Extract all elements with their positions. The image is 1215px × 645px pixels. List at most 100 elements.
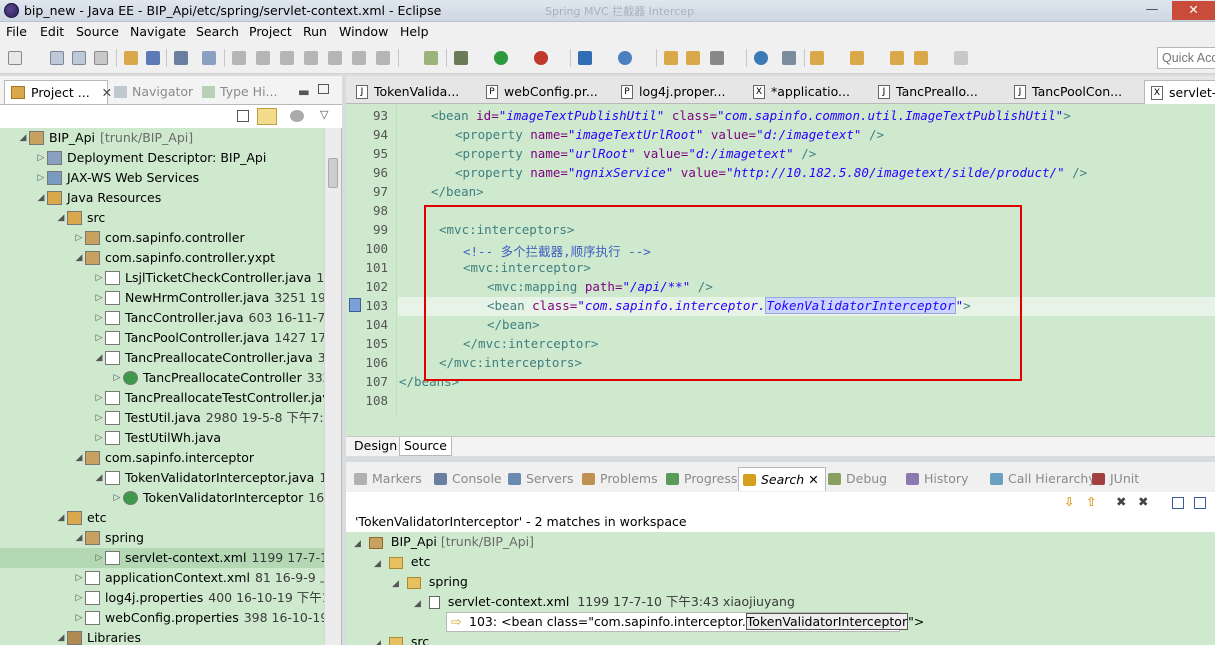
menu-help[interactable]: Help	[400, 24, 429, 39]
next-match-icon[interactable]: ⇩	[1064, 494, 1074, 509]
menu-run[interactable]: Run	[303, 24, 327, 39]
tree-item[interactable]: ▷ NewHrmController.java 3251 19-1	[0, 288, 324, 308]
search-icon[interactable]	[782, 51, 796, 65]
editor-tab[interactable]: X *applicatio...	[747, 80, 870, 104]
result-project[interactable]: ◢ BIP_Api [trunk/BIP_Api]	[354, 532, 534, 552]
tree-item[interactable]: ◢ TancPreallocateController.java332	[0, 348, 324, 368]
menu-source[interactable]: Source	[76, 24, 119, 39]
skip-breakpoints-icon[interactable]	[202, 51, 216, 65]
close-tab-icon[interactable]: ✕	[808, 472, 818, 487]
tree-item[interactable]: ▷ TancController.java 603 16-11-7	[0, 308, 324, 328]
bottom-tab[interactable]: Call Hierarchy	[986, 467, 1096, 491]
new-web-service-icon[interactable]	[618, 51, 632, 65]
collapsed-twisty-icon[interactable]: ▷	[94, 548, 104, 568]
close-window-button[interactable]: ✕	[1172, 1, 1215, 20]
open-resource-icon[interactable]	[146, 51, 160, 65]
save-icon[interactable]	[50, 51, 64, 65]
tree-item[interactable]: ▷ TancPreallocateController 3323	[0, 368, 324, 388]
collapsed-twisty-icon[interactable]: ▷	[94, 388, 104, 408]
tree-item[interactable]: ▷ TestUtilWh.java	[0, 428, 324, 448]
result-file[interactable]: ◢ servlet-context.xml 1199 17-7-10 下午3:4…	[414, 592, 795, 612]
tab-source[interactable]: Source	[399, 437, 452, 456]
tree-item[interactable]: ▷ TokenValidatorInterceptor 166	[0, 488, 324, 508]
collapsed-twisty-icon[interactable]: ▷	[112, 368, 122, 388]
tree-item[interactable]: ▷ webConfig.properties 398 16-10-19	[0, 608, 324, 628]
debug-icon[interactable]	[454, 51, 468, 65]
expanded-twisty-icon[interactable]: ◢	[94, 468, 104, 488]
expand-twisty-icon[interactable]: ◢	[392, 579, 399, 589]
pen-icon[interactable]	[710, 51, 724, 65]
open-type-icon[interactable]	[124, 51, 138, 65]
menu-search[interactable]: Search	[196, 24, 239, 39]
remove-all-matches-icon[interactable]: ✖	[1138, 494, 1148, 509]
result-folder-etc[interactable]: ◢ etc	[374, 552, 430, 572]
bottom-tab[interactable]: Problems	[578, 467, 658, 491]
bottom-tab[interactable]: Servers	[504, 467, 574, 491]
collapsed-twisty-icon[interactable]: ▷	[36, 148, 46, 168]
editor-tab[interactable]: Xservlet-c	[1144, 80, 1215, 104]
editor-tab[interactable]: J TancPreallo...	[872, 80, 1006, 104]
tree-item[interactable]: ▷ TancPoolController.java 1427 17-8	[0, 328, 324, 348]
expanded-twisty-icon[interactable]: ◢	[74, 448, 84, 468]
tree-item[interactable]: ▷ Deployment Descriptor: BIP_Api	[0, 148, 324, 168]
previous-match-icon[interactable]: ⇧	[1086, 494, 1096, 509]
bottom-tab[interactable]: Markers	[350, 467, 422, 491]
expanded-twisty-icon[interactable]: ◢	[74, 248, 84, 268]
expanded-twisty-icon[interactable]: ◢	[56, 508, 66, 528]
collapsed-twisty-icon[interactable]: ▷	[94, 328, 104, 348]
collapsed-twisty-icon[interactable]: ▷	[94, 288, 104, 308]
tree-item[interactable]: ▷ applicationContext.xml 81 16-9-9 上午	[0, 568, 324, 588]
collapsed-twisty-icon[interactable]: ▷	[74, 588, 84, 608]
console-icon[interactable]	[174, 51, 188, 65]
collapse-all-results-icon[interactable]	[1194, 497, 1206, 509]
step-into-icon[interactable]	[328, 51, 342, 65]
tree-item[interactable]: ▷ com.sapinfo.controller	[0, 228, 324, 248]
collapsed-twisty-icon[interactable]: ▷	[74, 608, 84, 628]
tab-type-hierarchy[interactable]: Type Hi...	[198, 80, 277, 104]
expand-twisty-icon[interactable]: ◢	[354, 539, 361, 549]
bottom-tab[interactable]: Search ✕	[738, 467, 826, 491]
tab-navigator[interactable]: Navigator	[110, 80, 193, 104]
globe-icon[interactable]	[754, 51, 768, 65]
collapsed-twisty-icon[interactable]: ▷	[94, 268, 104, 288]
bottom-tab[interactable]: Debug	[824, 467, 887, 491]
tree-item[interactable]: ▷ TestUtil.java 2980 19-5-8 下午7:05	[0, 408, 324, 428]
open-task-icon[interactable]	[664, 51, 678, 65]
menu-edit[interactable]: Edit	[40, 24, 64, 39]
collapsed-twisty-icon[interactable]: ▷	[94, 428, 104, 448]
new-server-icon[interactable]	[578, 51, 592, 65]
collapsed-twisty-icon[interactable]: ▷	[74, 228, 84, 248]
forward-icon[interactable]	[954, 51, 968, 65]
save-all-icon[interactable]	[72, 51, 86, 65]
minimize-button[interactable]: —	[1142, 2, 1162, 18]
bottom-tab[interactable]: History	[902, 467, 968, 491]
editor-tab[interactable]: PwebConfig.pr...	[480, 80, 613, 104]
collapsed-twisty-icon[interactable]: ▷	[74, 568, 84, 588]
menu-navigate[interactable]: Navigate	[130, 24, 186, 39]
collapsed-twisty-icon[interactable]: ▷	[112, 488, 122, 508]
expand-twisty-icon[interactable]: ◢	[374, 639, 381, 645]
collapsed-twisty-icon[interactable]: ▷	[94, 308, 104, 328]
expanded-twisty-icon[interactable]: ◢	[74, 528, 84, 548]
print-icon[interactable]	[94, 51, 108, 65]
disconnect-icon[interactable]	[304, 51, 318, 65]
tree-item[interactable]: ▷ servlet-context.xml 1199 17-7-10	[0, 548, 324, 568]
terminate-icon[interactable]	[280, 51, 294, 65]
expanded-twisty-icon[interactable]: ◢	[36, 188, 46, 208]
menu-window[interactable]: Window	[339, 24, 388, 39]
expand-twisty-icon[interactable]: ◢	[374, 559, 381, 569]
collapsed-twisty-icon[interactable]: ▷	[94, 408, 104, 428]
collapse-all-icon[interactable]	[237, 110, 249, 122]
tree-item[interactable]: ▷ TancPreallocateTestController.java	[0, 388, 324, 408]
step-return-icon[interactable]	[376, 51, 390, 65]
run-icon[interactable]	[494, 51, 508, 65]
tree-item[interactable]: ▷ LsjlTicketCheckController.java 1359	[0, 268, 324, 288]
focus-icon[interactable]	[290, 110, 304, 122]
bottom-tab[interactable]: Progress	[662, 467, 737, 491]
editor-tab[interactable]: J TokenValida...	[350, 80, 478, 104]
editor-tab[interactable]: Plog4j.proper...	[615, 80, 745, 104]
search-match-line[interactable]: ⇨ 103: <bean class="com.sapinfo.intercep…	[446, 612, 924, 632]
expand-all-icon[interactable]	[1172, 497, 1184, 509]
tree-item[interactable]: ◢ Java Resources	[0, 188, 324, 208]
tab-project-explorer[interactable]: Project ... ✕	[4, 80, 112, 104]
